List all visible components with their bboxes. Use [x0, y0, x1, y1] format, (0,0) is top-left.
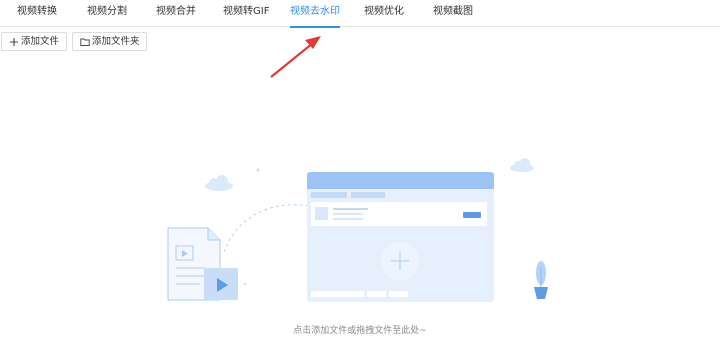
cloud-left	[205, 175, 233, 191]
video-file-icon	[167, 227, 238, 301]
plant-illustration	[534, 261, 548, 299]
app-window-illustration	[307, 172, 494, 302]
cloud-right	[510, 158, 534, 172]
drop-zone-hint: 点击添加文件或拖拽文件至此处~	[293, 326, 427, 336]
drop-zone-illustration[interactable]	[0, 0, 720, 351]
